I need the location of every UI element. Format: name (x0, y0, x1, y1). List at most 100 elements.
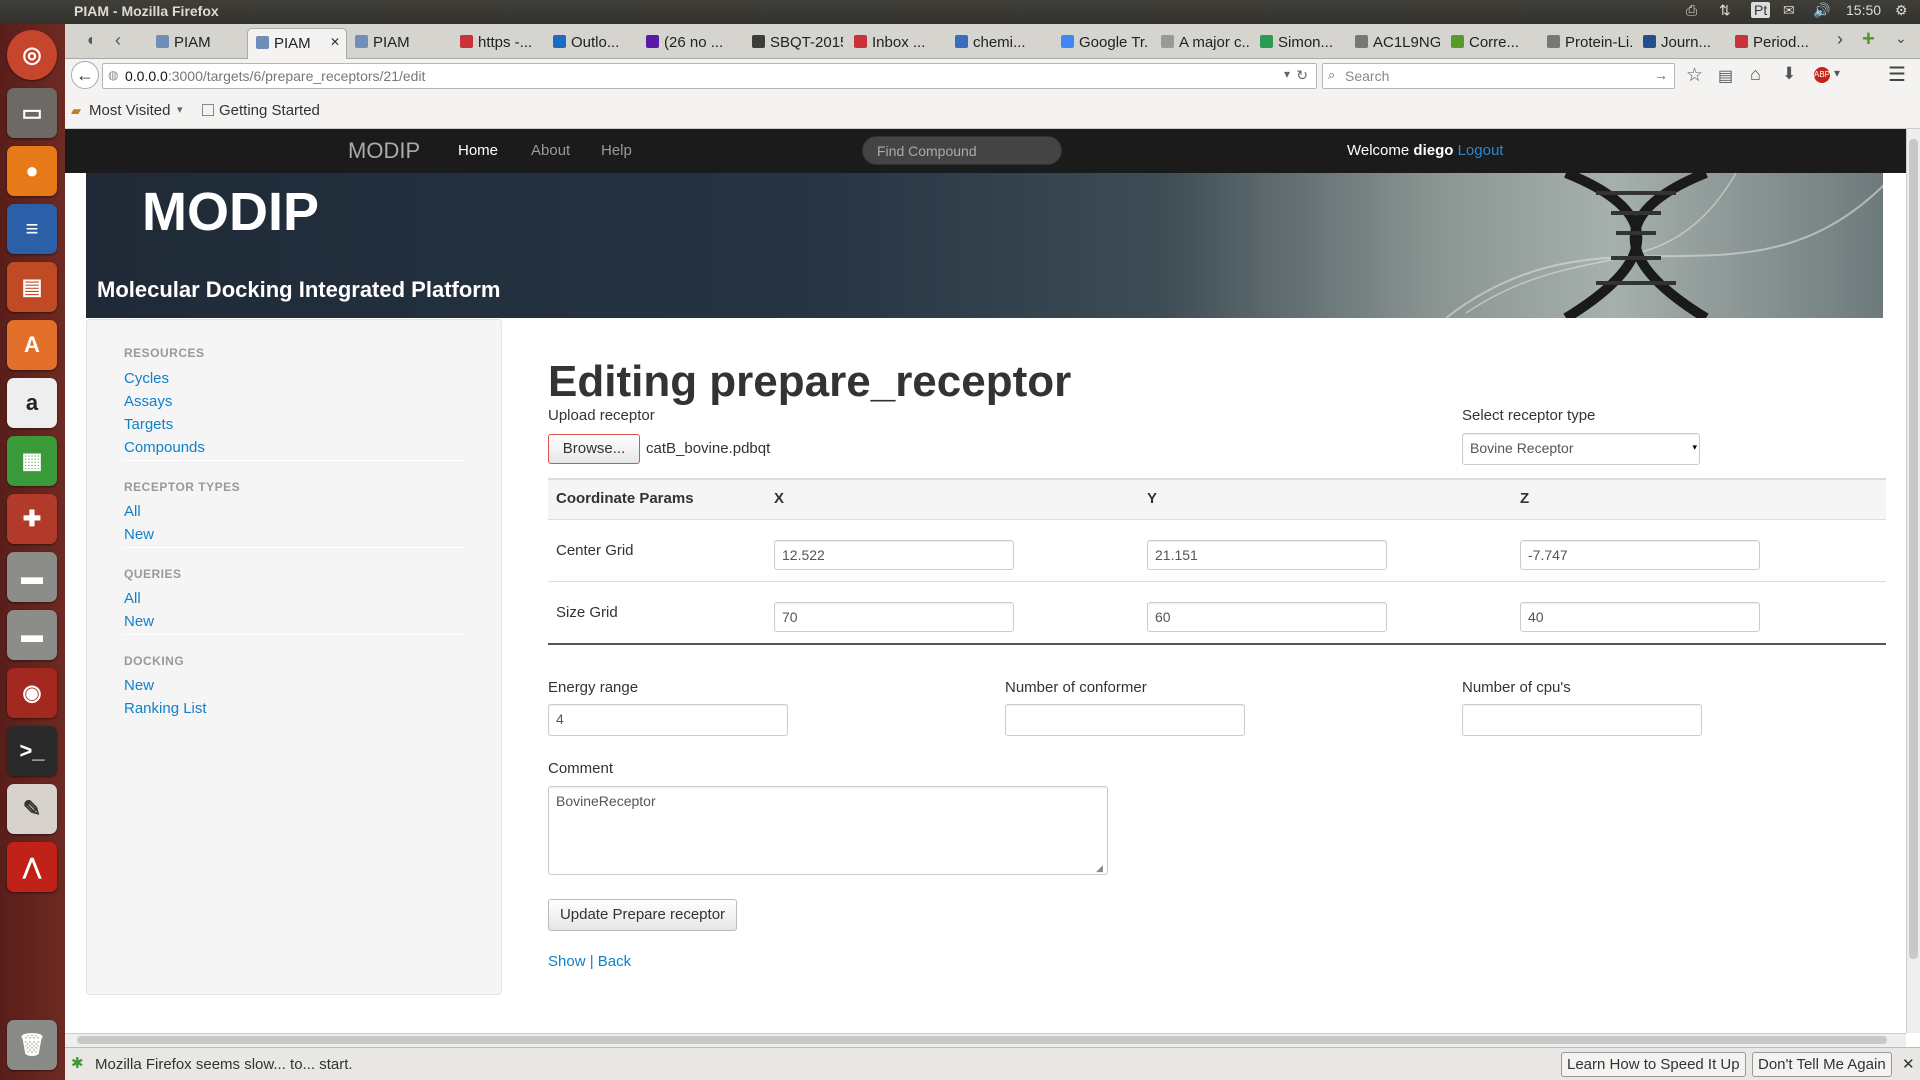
tab-4[interactable]: https -... (452, 28, 542, 59)
tab-17[interactable]: Period... (1727, 28, 1827, 59)
keyboard-layout-indicator[interactable]: Pt (1751, 2, 1771, 18)
tab-13[interactable]: AC1L9NG... (1347, 28, 1440, 59)
home-icon[interactable]: ⌂ (1750, 64, 1761, 85)
search-go-icon[interactable]: → (1654, 67, 1668, 83)
tab-list-icon[interactable]: ⌄ (1895, 30, 1907, 47)
cpu-input[interactable] (1462, 704, 1702, 736)
ubuntu-dash-icon[interactable]: ◎ (7, 30, 57, 80)
sidebar-item-assays[interactable]: Assays (124, 393, 172, 410)
center-z-input[interactable]: -7.747 (1520, 540, 1760, 570)
files-icon[interactable]: ▭ (7, 88, 57, 138)
reload-icon[interactable]: ↻ (1296, 67, 1308, 84)
back-link[interactable]: Back (598, 953, 631, 970)
tab-16[interactable]: Journ... (1635, 28, 1724, 59)
volume-icon[interactable]: 🔊 (1813, 2, 1830, 19)
vertical-scrollbar[interactable] (1906, 129, 1920, 1033)
app-red-icon[interactable]: ◉ (7, 668, 57, 718)
tab-1[interactable]: PIAM (148, 28, 244, 59)
tab-11[interactable]: A major c... (1153, 28, 1249, 59)
adblock-dropdown-icon[interactable]: ▾ (1834, 66, 1840, 80)
url-dropdown-icon[interactable]: ▾ (1284, 67, 1290, 81)
text-editor-icon[interactable]: ✎ (7, 784, 57, 834)
vertical-scroll-thumb[interactable] (1909, 139, 1918, 959)
printer-icon[interactable]: ⎙ (1686, 2, 1697, 19)
clock[interactable]: 15:50 (1846, 2, 1881, 18)
drive-icon[interactable]: ▬ (7, 552, 57, 602)
conformer-input[interactable] (1005, 704, 1245, 736)
size-y-input[interactable]: 60 (1147, 602, 1387, 632)
mail-icon[interactable]: ✉ (1783, 2, 1795, 19)
sidebar-item-all[interactable]: All (124, 590, 141, 607)
nav-help[interactable]: Help (601, 142, 632, 159)
tab-8[interactable]: Inbox ... (846, 28, 944, 59)
sidebar-item-targets[interactable]: Targets (124, 416, 173, 433)
menu-hamburger-icon[interactable]: ☰ (1888, 62, 1906, 87)
impress-icon[interactable]: ▤ (7, 262, 57, 312)
horizontal-scrollbar[interactable] (65, 1033, 1906, 1047)
tab-3[interactable]: PIAM (347, 28, 448, 59)
tab-7[interactable]: SBQT-2015 (744, 28, 843, 59)
network-icon[interactable]: ⇅ (1719, 2, 1731, 19)
sidebar-item-ranking-list[interactable]: Ranking List (124, 700, 207, 717)
tab-9[interactable]: chemi... (947, 28, 1050, 59)
center-x-input[interactable]: 12.522 (774, 540, 1014, 570)
reading-list-icon[interactable]: ▤ (1718, 66, 1733, 86)
navbar-brand[interactable]: MODIP (348, 138, 420, 164)
software-center-icon[interactable]: A (7, 320, 57, 370)
logout-link[interactable]: Logout (1458, 142, 1504, 159)
tab-5[interactable]: Outlo... (545, 28, 635, 59)
tab-14[interactable]: Corre... (1443, 28, 1536, 59)
close-icon[interactable]: ✕ (1902, 1055, 1915, 1073)
sidebar-item-compounds[interactable]: Compounds (124, 439, 205, 456)
url-bar[interactable]: ◍ 0.0.0.0:3000/targets/6/prepare_recepto… (102, 63, 1317, 89)
downloads-icon[interactable]: ⬇ (1782, 64, 1796, 84)
drive-2-icon[interactable]: ▬ (7, 610, 57, 660)
search-bar[interactable]: ⌕ Search → (1322, 63, 1675, 89)
receptor-type-select[interactable]: Bovine Receptor ▾ (1462, 433, 1700, 465)
amazon-icon[interactable]: a (7, 378, 57, 428)
tab-groups-icon[interactable]: ◐ (87, 32, 97, 50)
system-settings-icon[interactable]: ✚ (7, 494, 57, 544)
find-compound-input[interactable]: Find Compound (862, 136, 1062, 165)
trash-icon[interactable]: 🗑 (7, 1020, 57, 1070)
bookmark-most-visited[interactable]: Most Visited (89, 102, 170, 119)
learn-speed-button[interactable]: Learn How to Speed It Up (1561, 1052, 1746, 1077)
writer-icon[interactable]: ≡ (7, 204, 57, 254)
chevron-down-icon[interactable]: ▾ (177, 103, 183, 116)
center-y-input[interactable]: 21.151 (1147, 540, 1387, 570)
settings-gear-icon[interactable]: ⚙ (1895, 2, 1908, 19)
sidebar-item-new[interactable]: New (124, 526, 154, 543)
pdf-reader-icon[interactable]: ⋀ (7, 842, 57, 892)
sidebar-item-all[interactable]: All (124, 503, 141, 520)
energy-range-input[interactable]: 4 (548, 704, 788, 736)
nav-about[interactable]: About (531, 142, 570, 159)
tab-12[interactable]: Simon... (1252, 28, 1344, 59)
sidebar-item-new[interactable]: New (124, 613, 154, 630)
comment-textarea[interactable]: BovineReceptor (548, 786, 1108, 875)
adblock-icon[interactable]: ABP (1814, 67, 1830, 83)
tab-scroll-left-icon[interactable]: ‹ (115, 30, 121, 51)
close-tab-icon[interactable]: ✕ (330, 35, 340, 49)
tab-15[interactable]: Protein-Li... (1539, 28, 1632, 59)
nav-home[interactable]: Home (458, 142, 498, 159)
dont-tell-button[interactable]: Don't Tell Me Again (1752, 1052, 1892, 1077)
tab-6[interactable]: (26 no ... (638, 28, 741, 59)
bookmark-getting-started[interactable]: Getting Started (219, 102, 320, 119)
calc-icon[interactable]: ▦ (7, 436, 57, 486)
tab-2[interactable]: PIAM ✕ (247, 28, 347, 59)
tab-10[interactable]: Google Tr... (1053, 28, 1149, 59)
show-link[interactable]: Show (548, 953, 586, 970)
resize-handle-icon[interactable]: ◢ (1096, 863, 1103, 874)
new-tab-icon[interactable]: + (1862, 26, 1875, 52)
sidebar-item-new[interactable]: New (124, 677, 154, 694)
update-button[interactable]: Update Prepare receptor (548, 899, 737, 931)
size-z-input[interactable]: 40 (1520, 602, 1760, 632)
back-arrow-icon[interactable]: ← (71, 61, 99, 89)
firefox-icon[interactable]: ● (7, 146, 57, 196)
browse-button[interactable]: Browse... (548, 434, 640, 464)
site-identity-icon[interactable]: ◍ (108, 68, 118, 82)
size-x-input[interactable]: 70 (774, 602, 1014, 632)
sidebar-item-cycles[interactable]: Cycles (124, 370, 169, 387)
terminal-icon[interactable]: >_ (7, 726, 57, 776)
bookmark-star-icon[interactable]: ☆ (1686, 64, 1703, 87)
